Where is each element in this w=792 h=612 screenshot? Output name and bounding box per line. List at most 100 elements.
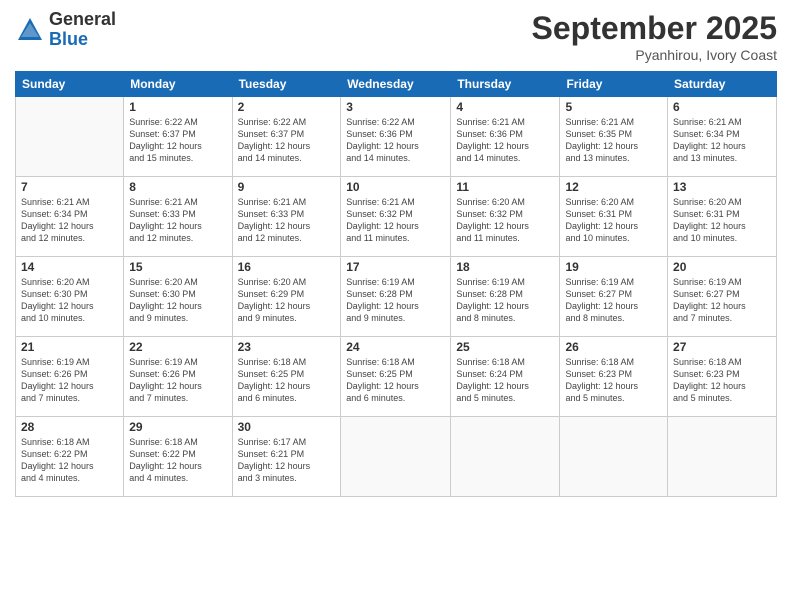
- calendar-cell: 3 Sunrise: 6:22 AM Sunset: 6:36 PM Daylig…: [341, 97, 451, 177]
- day-number: 30: [238, 420, 336, 434]
- calendar-cell: 13 Sunrise: 6:20 AM Sunset: 6:31 PM Dayli…: [668, 177, 777, 257]
- day-number: 10: [346, 180, 445, 194]
- day-number: 27: [673, 340, 771, 354]
- day-number: 18: [456, 260, 554, 274]
- day-number: 26: [565, 340, 662, 354]
- day-number: 3: [346, 100, 445, 114]
- day-info: Sunrise: 6:22 AM Sunset: 6:37 PM Dayligh…: [238, 116, 336, 165]
- calendar-cell: 28Sunrise: 6:18 AM Sunset: 6:22 PM Dayli…: [16, 417, 124, 497]
- day-info: Sunrise: 6:18 AM Sunset: 6:23 PM Dayligh…: [565, 356, 662, 405]
- calendar-cell: 30Sunrise: 6:17 AM Sunset: 6:21 PM Dayli…: [232, 417, 341, 497]
- day-number: 22: [129, 340, 226, 354]
- day-number: 25: [456, 340, 554, 354]
- day-number: 15: [129, 260, 226, 274]
- day-info: Sunrise: 6:20 AM Sunset: 6:31 PM Dayligh…: [673, 196, 771, 245]
- day-number: 6: [673, 100, 771, 114]
- day-info: Sunrise: 6:21 AM Sunset: 6:36 PM Dayligh…: [456, 116, 554, 165]
- header-tuesday: Tuesday: [232, 72, 341, 97]
- week-row-2: 7 Sunrise: 6:21 AM Sunset: 6:34 PM Daylig…: [16, 177, 777, 257]
- day-info: Sunrise: 6:20 AM Sunset: 6:31 PM Dayligh…: [565, 196, 662, 245]
- calendar-cell: 29Sunrise: 6:18 AM Sunset: 6:22 PM Dayli…: [124, 417, 232, 497]
- calendar-cell: [16, 97, 124, 177]
- day-number: 14: [21, 260, 118, 274]
- day-number: 19: [565, 260, 662, 274]
- day-number: 5: [565, 100, 662, 114]
- calendar-cell: 4 Sunrise: 6:21 AM Sunset: 6:36 PM Daylig…: [451, 97, 560, 177]
- day-info: Sunrise: 6:21 AM Sunset: 6:32 PM Dayligh…: [346, 196, 445, 245]
- calendar-cell: 25Sunrise: 6:18 AM Sunset: 6:24 PM Dayli…: [451, 337, 560, 417]
- day-number: 4: [456, 100, 554, 114]
- calendar-cell: 24 Sunrise: 6:18 AM Sunset: 6:25 PM Dayli…: [341, 337, 451, 417]
- calendar-cell: 9 Sunrise: 6:21 AM Sunset: 6:33 PM Daylig…: [232, 177, 341, 257]
- calendar-cell: 6 Sunrise: 6:21 AM Sunset: 6:34 PM Daylig…: [668, 97, 777, 177]
- day-info: Sunrise: 6:21 AM Sunset: 6:34 PM Dayligh…: [21, 196, 118, 245]
- calendar-cell: 18 Sunrise: 6:19 AM Sunset: 6:28 PM Dayli…: [451, 257, 560, 337]
- day-number: 28: [21, 420, 118, 434]
- calendar: Sunday Monday Tuesday Wednesday Thursday…: [15, 71, 777, 497]
- day-number: 16: [238, 260, 336, 274]
- day-number: 13: [673, 180, 771, 194]
- calendar-cell: 27Sunrise: 6:18 AM Sunset: 6:23 PM Dayli…: [668, 337, 777, 417]
- logo: General Blue: [15, 10, 116, 50]
- day-info: Sunrise: 6:19 AM Sunset: 6:27 PM Dayligh…: [565, 276, 662, 325]
- day-number: 12: [565, 180, 662, 194]
- header-saturday: Saturday: [668, 72, 777, 97]
- calendar-cell: 20Sunrise: 6:19 AM Sunset: 6:27 PM Dayli…: [668, 257, 777, 337]
- calendar-cell: 7 Sunrise: 6:21 AM Sunset: 6:34 PM Daylig…: [16, 177, 124, 257]
- calendar-cell: 8 Sunrise: 6:21 AM Sunset: 6:33 PM Daylig…: [124, 177, 232, 257]
- day-number: 29: [129, 420, 226, 434]
- day-number: 2: [238, 100, 336, 114]
- day-info: Sunrise: 6:20 AM Sunset: 6:30 PM Dayligh…: [129, 276, 226, 325]
- title-area: September 2025 Pyanhirou, Ivory Coast: [532, 10, 777, 63]
- month-title: September 2025: [532, 10, 777, 47]
- day-info: Sunrise: 6:18 AM Sunset: 6:25 PM Dayligh…: [238, 356, 336, 405]
- day-number: 21: [21, 340, 118, 354]
- location: Pyanhirou, Ivory Coast: [532, 47, 777, 63]
- day-number: 17: [346, 260, 445, 274]
- header-thursday: Thursday: [451, 72, 560, 97]
- day-number: 23: [238, 340, 336, 354]
- calendar-cell: 5Sunrise: 6:21 AM Sunset: 6:35 PM Daylig…: [560, 97, 668, 177]
- calendar-cell: 17 Sunrise: 6:19 AM Sunset: 6:28 PM Dayli…: [341, 257, 451, 337]
- day-number: 7: [21, 180, 118, 194]
- day-number: 8: [129, 180, 226, 194]
- logo-icon: [15, 15, 45, 45]
- week-row-1: 1 Sunrise: 6:22 AM Sunset: 6:37 PM Daylig…: [16, 97, 777, 177]
- header: General Blue September 2025 Pyanhirou, I…: [15, 10, 777, 63]
- calendar-cell: 15 Sunrise: 6:20 AM Sunset: 6:30 PM Dayli…: [124, 257, 232, 337]
- logo-blue: Blue: [49, 30, 116, 50]
- calendar-cell: 21 Sunrise: 6:19 AM Sunset: 6:26 PM Dayli…: [16, 337, 124, 417]
- calendar-cell: [668, 417, 777, 497]
- calendar-cell: [560, 417, 668, 497]
- logo-text: General Blue: [49, 10, 116, 50]
- day-info: Sunrise: 6:22 AM Sunset: 6:37 PM Dayligh…: [129, 116, 226, 165]
- calendar-cell: 14 Sunrise: 6:20 AM Sunset: 6:30 PM Dayli…: [16, 257, 124, 337]
- calendar-cell: 16Sunrise: 6:20 AM Sunset: 6:29 PM Dayli…: [232, 257, 341, 337]
- day-info: Sunrise: 6:21 AM Sunset: 6:33 PM Dayligh…: [238, 196, 336, 245]
- calendar-cell: 10 Sunrise: 6:21 AM Sunset: 6:32 PM Dayli…: [341, 177, 451, 257]
- calendar-cell: 1 Sunrise: 6:22 AM Sunset: 6:37 PM Daylig…: [124, 97, 232, 177]
- day-info: Sunrise: 6:22 AM Sunset: 6:36 PM Dayligh…: [346, 116, 445, 165]
- day-info: Sunrise: 6:18 AM Sunset: 6:25 PM Dayligh…: [346, 356, 445, 405]
- day-number: 9: [238, 180, 336, 194]
- day-info: Sunrise: 6:19 AM Sunset: 6:26 PM Dayligh…: [21, 356, 118, 405]
- calendar-cell: 22 Sunrise: 6:19 AM Sunset: 6:26 PM Dayli…: [124, 337, 232, 417]
- calendar-cell: [451, 417, 560, 497]
- logo-general: General: [49, 10, 116, 30]
- header-wednesday: Wednesday: [341, 72, 451, 97]
- day-info: Sunrise: 6:19 AM Sunset: 6:28 PM Dayligh…: [456, 276, 554, 325]
- day-info: Sunrise: 6:19 AM Sunset: 6:26 PM Dayligh…: [129, 356, 226, 405]
- page: General Blue September 2025 Pyanhirou, I…: [0, 0, 792, 612]
- day-number: 1: [129, 100, 226, 114]
- day-number: 20: [673, 260, 771, 274]
- calendar-cell: 26 Sunrise: 6:18 AM Sunset: 6:23 PM Dayli…: [560, 337, 668, 417]
- header-friday: Friday: [560, 72, 668, 97]
- day-number: 24: [346, 340, 445, 354]
- day-info: Sunrise: 6:20 AM Sunset: 6:30 PM Dayligh…: [21, 276, 118, 325]
- header-row: Sunday Monday Tuesday Wednesday Thursday…: [16, 72, 777, 97]
- calendar-cell: 11Sunrise: 6:20 AM Sunset: 6:32 PM Dayli…: [451, 177, 560, 257]
- day-info: Sunrise: 6:19 AM Sunset: 6:28 PM Dayligh…: [346, 276, 445, 325]
- day-info: Sunrise: 6:21 AM Sunset: 6:34 PM Dayligh…: [673, 116, 771, 165]
- calendar-cell: 12 Sunrise: 6:20 AM Sunset: 6:31 PM Dayli…: [560, 177, 668, 257]
- day-info: Sunrise: 6:21 AM Sunset: 6:33 PM Dayligh…: [129, 196, 226, 245]
